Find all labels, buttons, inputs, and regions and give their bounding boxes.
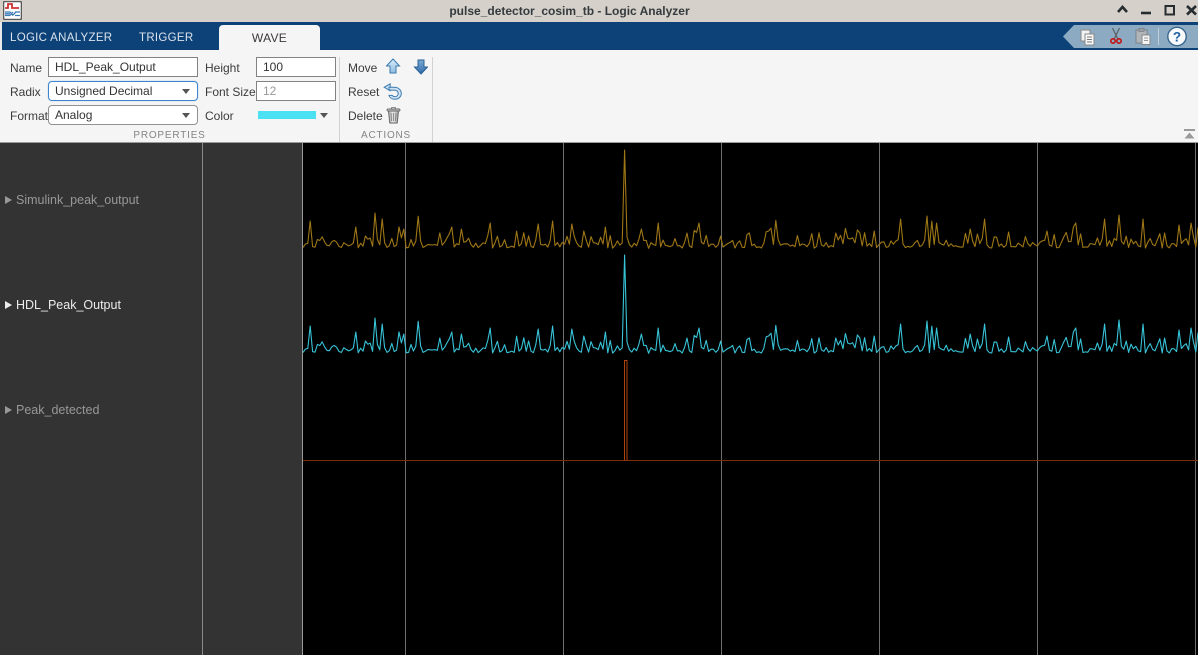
svg-text:?: ?: [1173, 29, 1181, 44]
